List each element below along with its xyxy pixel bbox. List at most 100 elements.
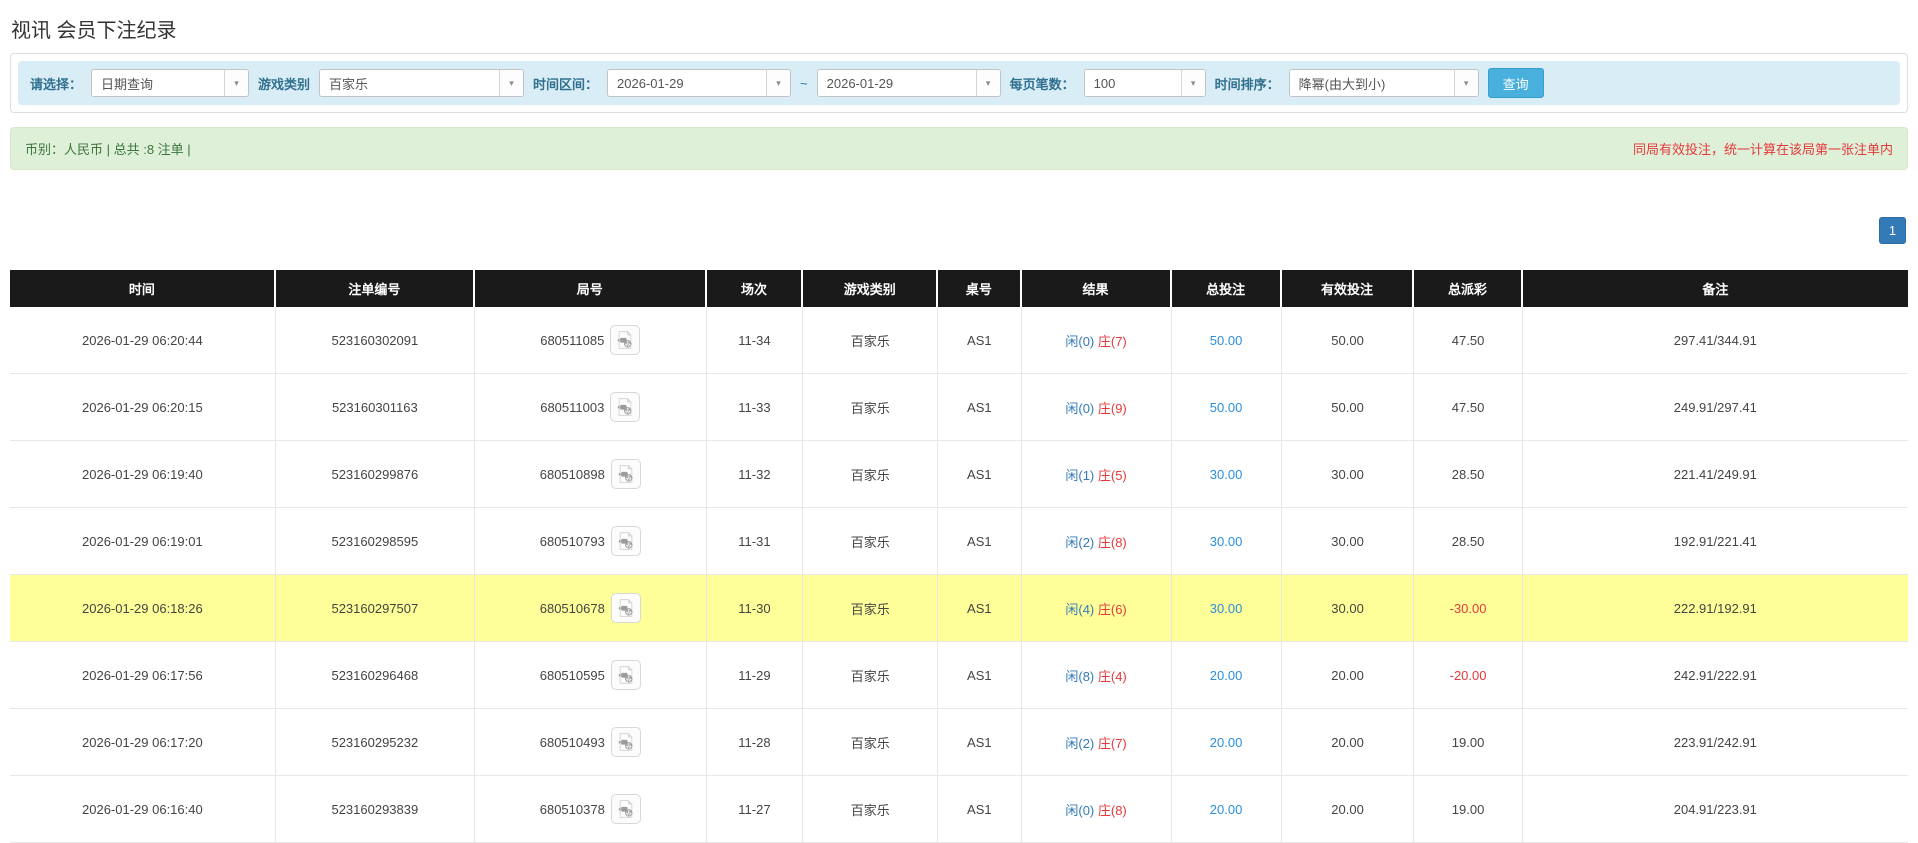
total-bet-link[interactable]: 30.00	[1210, 534, 1243, 549]
page-content: 视讯 会员下注纪录 请选择： ▾ 游戏类别 ▾ 时间区间： ▾ ~ ▾	[0, 0, 1918, 843]
cell-time: 2026-01-29 06:19:40	[10, 441, 276, 508]
result-banker: 庄(7)	[1097, 735, 1127, 751]
cell-time: 2026-01-29 06:20:44	[10, 307, 276, 374]
cell-payout: 47.50	[1414, 307, 1523, 374]
cell-round-number: 680510378	[475, 776, 707, 843]
chevron-down-icon[interactable]: ▾	[499, 70, 524, 96]
result-banker: 庄(9)	[1097, 400, 1127, 416]
cell-game-type: 百家乐	[803, 508, 939, 575]
column-header-5: 桌号	[938, 270, 1022, 307]
cell-bet-number: 523160302091	[275, 307, 475, 374]
chevron-down-icon[interactable]: ▾	[975, 70, 1000, 96]
column-header-2: 局号	[475, 270, 707, 307]
cell-valid-bet: 30.00	[1281, 508, 1415, 575]
payout-value: 28.50	[1451, 466, 1485, 482]
table-row: 2026-01-29 06:17:20 523160295232 680510493…	[10, 709, 1908, 776]
round-number: 680510898	[539, 466, 605, 482]
cell-round-number: 680510678	[475, 575, 707, 642]
video-replay-icon	[618, 330, 632, 349]
cell-table-number: AS1	[938, 374, 1022, 441]
game-type-select[interactable]: ▾	[319, 69, 525, 97]
per-page-select[interactable]: ▾	[1083, 69, 1206, 97]
table-head: 时间 注单编号 局号 场次 游戏类别 桌号 结果 总投注 有效投注 总派彩 备注	[10, 270, 1908, 307]
per-page-value[interactable]	[1084, 70, 1181, 96]
date-from-value[interactable]	[608, 70, 767, 96]
cell-game-type: 百家乐	[803, 307, 939, 374]
cell-payout: -30.00	[1414, 575, 1523, 642]
cell-round-number: 680511003	[475, 374, 707, 441]
chevron-down-icon[interactable]: ▾	[1453, 70, 1478, 96]
cell-round-number: 680511085	[475, 307, 707, 374]
cell-bet-number: 523160293839	[275, 776, 475, 843]
result-player: 闲(0)	[1065, 333, 1095, 349]
video-replay-icon	[618, 598, 633, 617]
video-replay-button[interactable]	[610, 794, 641, 824]
column-header-9: 总派彩	[1414, 270, 1523, 307]
video-replay-button[interactable]	[610, 526, 641, 556]
game-type-label: 游戏类别	[258, 76, 311, 92]
cell-valid-bet: 20.00	[1281, 642, 1415, 709]
cell-valid-bet: 30.00	[1281, 441, 1415, 508]
bet-records-table: 时间 注单编号 局号 场次 游戏类别 桌号 结果 总投注 有效投注 总派彩 备注 2026-01-2…	[10, 270, 1908, 843]
date-to-value[interactable]	[817, 70, 976, 96]
video-replay-button[interactable]	[610, 593, 641, 623]
table-row: 2026-01-29 06:20:15 523160301163 680511003…	[10, 374, 1908, 441]
column-header-3: 场次	[706, 270, 804, 307]
cell-session: 11-27	[706, 776, 804, 843]
cell-result: 闲(0) 庄(7)	[1021, 307, 1172, 374]
game-type-value[interactable]	[320, 70, 500, 96]
cell-valid-bet: 50.00	[1281, 374, 1415, 441]
date-to-select[interactable]: ▾	[816, 69, 1001, 97]
sort-select[interactable]: ▾	[1288, 69, 1479, 97]
table-row: 2026-01-29 06:18:26 523160297507 680510678…	[10, 575, 1908, 642]
video-replay-icon	[618, 665, 633, 684]
cell-table-number: AS1	[938, 642, 1022, 709]
table-body: 2026-01-29 06:20:44 523160302091 680511085…	[10, 307, 1908, 843]
video-replay-button[interactable]	[610, 459, 641, 489]
total-bet-link[interactable]: 30.00	[1210, 467, 1243, 482]
total-bet-link[interactable]: 50.00	[1210, 333, 1243, 348]
cell-time: 2026-01-29 06:17:20	[10, 709, 276, 776]
video-replay-icon	[618, 397, 632, 416]
cell-result: 闲(4) 庄(6)	[1021, 575, 1172, 642]
cell-total-bet: 30.00	[1171, 575, 1282, 642]
cell-valid-bet: 20.00	[1281, 776, 1415, 843]
video-replay-button[interactable]	[610, 727, 641, 757]
video-replay-button[interactable]	[610, 660, 641, 690]
page-1-button[interactable]: 1	[1879, 217, 1906, 244]
cell-valid-bet: 50.00	[1281, 307, 1415, 374]
cell-result: 闲(1) 庄(5)	[1021, 441, 1172, 508]
total-bet-link[interactable]: 20.00	[1210, 668, 1243, 683]
payout-value: 19.00	[1451, 801, 1485, 817]
cell-note: 192.91/221.41	[1522, 508, 1908, 575]
total-bet-link[interactable]: 20.00	[1210, 802, 1243, 817]
total-bet-link[interactable]: 30.00	[1210, 601, 1243, 616]
cell-bet-number: 523160301163	[275, 374, 475, 441]
cell-game-type: 百家乐	[803, 374, 939, 441]
search-button[interactable]: 查询	[1487, 68, 1544, 98]
chevron-down-icon[interactable]: ▾	[766, 70, 791, 96]
chevron-down-icon[interactable]: ▾	[1180, 70, 1205, 96]
sort-value[interactable]	[1289, 70, 1454, 96]
cell-game-type: 百家乐	[803, 575, 939, 642]
video-replay-button[interactable]	[610, 325, 641, 355]
query-type-select[interactable]: ▾	[91, 69, 250, 97]
date-from-select[interactable]: ▾	[607, 69, 792, 97]
cell-payout: 19.00	[1414, 776, 1523, 843]
video-replay-button[interactable]	[610, 392, 641, 422]
payout-value: -20.00	[1449, 667, 1487, 683]
video-replay-icon	[618, 732, 633, 751]
chevron-down-icon[interactable]: ▾	[224, 70, 249, 96]
cell-game-type: 百家乐	[803, 642, 939, 709]
total-bet-link[interactable]: 50.00	[1210, 400, 1243, 415]
header-row: 时间 注单编号 局号 场次 游戏类别 桌号 结果 总投注 有效投注 总派彩 备注	[10, 270, 1908, 307]
total-bet-link[interactable]: 20.00	[1210, 735, 1243, 750]
result-banker: 庄(6)	[1097, 601, 1127, 617]
round-number: 680510678	[539, 600, 605, 616]
query-type-label: 请选择：	[30, 76, 83, 92]
filter-strip: 请选择： ▾ 游戏类别 ▾ 时间区间： ▾ ~ ▾ 每页笔数：	[18, 61, 1900, 105]
query-type-value[interactable]	[92, 70, 225, 96]
cell-payout: 47.50	[1414, 374, 1523, 441]
result-player: 闲(0)	[1065, 802, 1095, 818]
cell-table-number: AS1	[938, 307, 1022, 374]
